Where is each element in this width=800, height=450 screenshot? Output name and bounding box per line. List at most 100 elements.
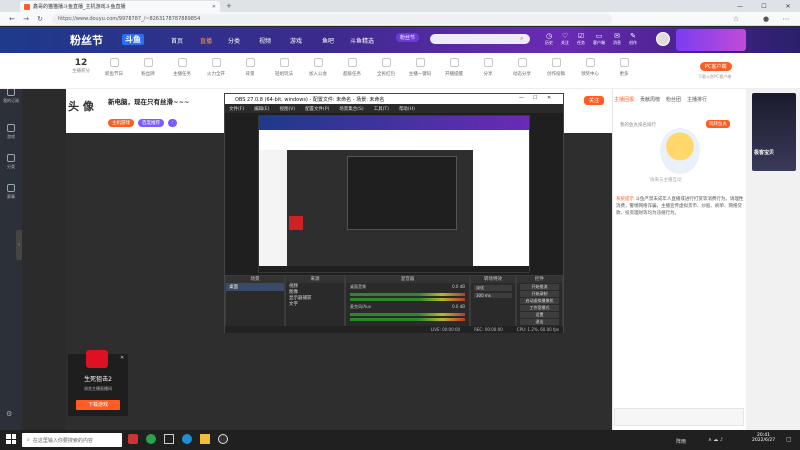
nav-category[interactable]: 分类 xyxy=(228,36,240,45)
fan-festival-banner[interactable] xyxy=(676,29,746,51)
tab-fan-group[interactable]: 粉丝团 xyxy=(666,96,681,103)
side-ad[interactable]: 极客宝贝 xyxy=(752,93,796,171)
browser-tab[interactable]: 鑫哥的猫猫播斗鱼直播_主机游戏斗鱼直播 ✕ xyxy=(20,1,220,12)
exit-button[interactable]: 退出 xyxy=(520,319,559,325)
obs-menu-item[interactable]: 文件(F) xyxy=(229,106,244,112)
rank-button[interactable]: 玩转鱼丸 xyxy=(706,120,730,128)
start-streaming-button[interactable]: 开始推流 xyxy=(520,284,559,290)
interaction-item[interactable]: 动态分享 xyxy=(508,58,536,77)
room-tag-2[interactable]: 百度推荐 xyxy=(138,119,164,127)
left-nav-settings-icon[interactable]: ⚙ xyxy=(6,410,12,418)
left-nav-subscribe[interactable]: 我的订阅 xyxy=(0,88,22,104)
nav-home[interactable]: 首页 xyxy=(171,36,183,45)
transition-duration[interactable]: 300 ms xyxy=(474,293,512,298)
obs-close-button[interactable]: ✕ xyxy=(547,95,551,101)
follow-list-button[interactable]: ♡ 关注 xyxy=(561,32,569,46)
weather-widget[interactable]: 阵雨 xyxy=(676,438,686,445)
taskbar-search-input[interactable]: ⌕ 在这里输入你要搜索的内容 xyxy=(22,433,122,447)
tab-anchor-return[interactable]: 主播回报 xyxy=(614,96,634,103)
user-avatar[interactable] xyxy=(656,32,670,46)
interaction-item[interactable]: 更多 xyxy=(610,58,638,77)
game-ad-close-icon[interactable]: ✕ xyxy=(120,355,124,361)
task-button[interactable]: ☑ 任务 xyxy=(577,32,585,46)
chat-input[interactable] xyxy=(614,408,744,426)
interaction-item[interactable]: 分享 xyxy=(474,58,502,77)
interaction-item[interactable]: 开播提醒 xyxy=(440,58,468,77)
studio-mode-button[interactable]: 工作室模式 xyxy=(520,305,559,311)
obs-menu-item[interactable]: 配置文件(P) xyxy=(305,106,329,112)
interaction-item[interactable]: 领奖中心 xyxy=(576,58,604,77)
fan-festival-badge[interactable]: 粉丝节 xyxy=(396,33,420,42)
interaction-item[interactable]: 粉丝牌 xyxy=(134,58,162,77)
left-nav-game[interactable]: 游戏 xyxy=(0,124,22,140)
follow-button[interactable]: 关注 xyxy=(584,96,605,105)
create-button[interactable]: ✎ 创作 xyxy=(629,32,637,46)
header-search-input[interactable] xyxy=(430,34,530,44)
obs-menu-item[interactable]: 工具(T) xyxy=(374,106,389,112)
room-tag-1[interactable]: 主机游戏 xyxy=(108,119,134,127)
more-menu-icon[interactable]: ⋯ xyxy=(780,13,792,25)
game-ad[interactable]: ✕ 生死狙击2 浏览主播直播间 下载游戏 xyxy=(68,350,128,416)
obs-maximize-button[interactable]: ☐ xyxy=(533,95,537,101)
obs-preview[interactable] xyxy=(258,115,530,273)
nav-featured[interactable]: 斗鱼精选 xyxy=(350,36,374,45)
source-item[interactable]: 文字 xyxy=(286,301,344,307)
start-recording-button[interactable]: 开始录制 xyxy=(520,291,559,297)
client-button[interactable]: ▭ 客户端 xyxy=(593,32,605,46)
obs-taskbar-icon[interactable] xyxy=(218,434,228,444)
obs-menu-item[interactable]: 场景集合(S) xyxy=(339,106,363,112)
nav-video[interactable]: 视频 xyxy=(259,36,271,45)
edge-icon[interactable] xyxy=(182,434,192,444)
obs-menu-item[interactable]: 编辑(E) xyxy=(254,106,269,112)
tray-icons[interactable]: ∧ ☁ ♪ xyxy=(708,437,723,443)
interaction-item[interactable]: 主播一键码 xyxy=(406,58,434,77)
game-ad-download-button[interactable]: 下载游戏 xyxy=(76,400,120,410)
tab-weekly-rank[interactable]: 贡献周榜 xyxy=(640,96,660,103)
obs-menu-item[interactable]: 视图(V) xyxy=(279,106,295,112)
url-input[interactable]: https://www.douyu.com/9978787_/~82631787… xyxy=(52,14,612,24)
interaction-item[interactable]: 火力全开 xyxy=(202,58,230,77)
extensions-icon[interactable]: ☆ xyxy=(730,13,742,25)
left-nav-collapse-icon[interactable]: ‹ xyxy=(16,230,22,260)
app-icon[interactable] xyxy=(128,434,138,444)
refresh-icon[interactable]: ↻ xyxy=(34,13,46,25)
nav-yuba[interactable]: 鱼吧 xyxy=(322,36,334,45)
nav-game[interactable]: 游戏 xyxy=(290,36,302,45)
interaction-item[interactable]: 主播任务 xyxy=(168,58,196,77)
minimize-button[interactable]: — xyxy=(728,1,752,11)
virtual-camera-button[interactable]: 启动虚拟摄像机 xyxy=(520,298,559,304)
interaction-item[interactable]: 新鱼节日 xyxy=(100,58,128,77)
obs-minimize-button[interactable]: — xyxy=(519,95,524,101)
interaction-item[interactable]: 创作投稿 xyxy=(542,58,570,77)
interaction-item[interactable]: 超级任务 xyxy=(338,58,366,77)
forward-icon[interactable]: → xyxy=(20,13,32,25)
close-window-button[interactable]: ✕ xyxy=(776,1,800,11)
left-nav-esports[interactable]: 赛事 xyxy=(0,184,22,200)
nav-live[interactable]: 直播 xyxy=(200,36,212,45)
interaction-item[interactable]: 背景 xyxy=(236,58,264,77)
site-logo[interactable]: 粉丝节 xyxy=(70,32,103,48)
notification-icon[interactable]: ▢ xyxy=(786,436,792,443)
tab-close-icon[interactable]: ✕ xyxy=(212,4,216,10)
header-search-icon[interactable]: ⌕ xyxy=(520,35,523,43)
app-icon[interactable] xyxy=(146,434,156,444)
new-tab-button[interactable]: + xyxy=(226,2,232,10)
interaction-item[interactable]: 轻组玩法 xyxy=(270,58,298,77)
obs-menu-item[interactable]: 帮助(H) xyxy=(399,106,415,112)
back-icon[interactable]: ← xyxy=(6,13,18,25)
maximize-button[interactable]: ☐ xyxy=(752,1,776,11)
start-icon[interactable] xyxy=(6,434,16,444)
anchor-points[interactable]: 12 主播积分 xyxy=(72,58,90,74)
left-nav-category[interactable]: 分类 xyxy=(0,154,22,170)
transition-select[interactable]: 淡化 xyxy=(474,285,512,291)
scene-item[interactable]: 桌面 xyxy=(226,283,284,291)
anchor-avatar[interactable]: 头 像 xyxy=(68,98,104,128)
task-view-icon[interactable] xyxy=(164,434,174,444)
settings-button[interactable]: 设置 xyxy=(520,312,559,318)
history-button[interactable]: ◷ 历史 xyxy=(545,32,553,46)
profile-icon[interactable]: ● xyxy=(760,13,772,25)
message-button[interactable]: ✉ 消息 xyxy=(613,32,621,46)
tab-anchor-rank[interactable]: 主播排行 xyxy=(687,96,707,103)
interaction-item[interactable]: 加入公会 xyxy=(304,58,332,77)
clock[interactable]: 20:41 2022/6/27 xyxy=(752,433,775,443)
